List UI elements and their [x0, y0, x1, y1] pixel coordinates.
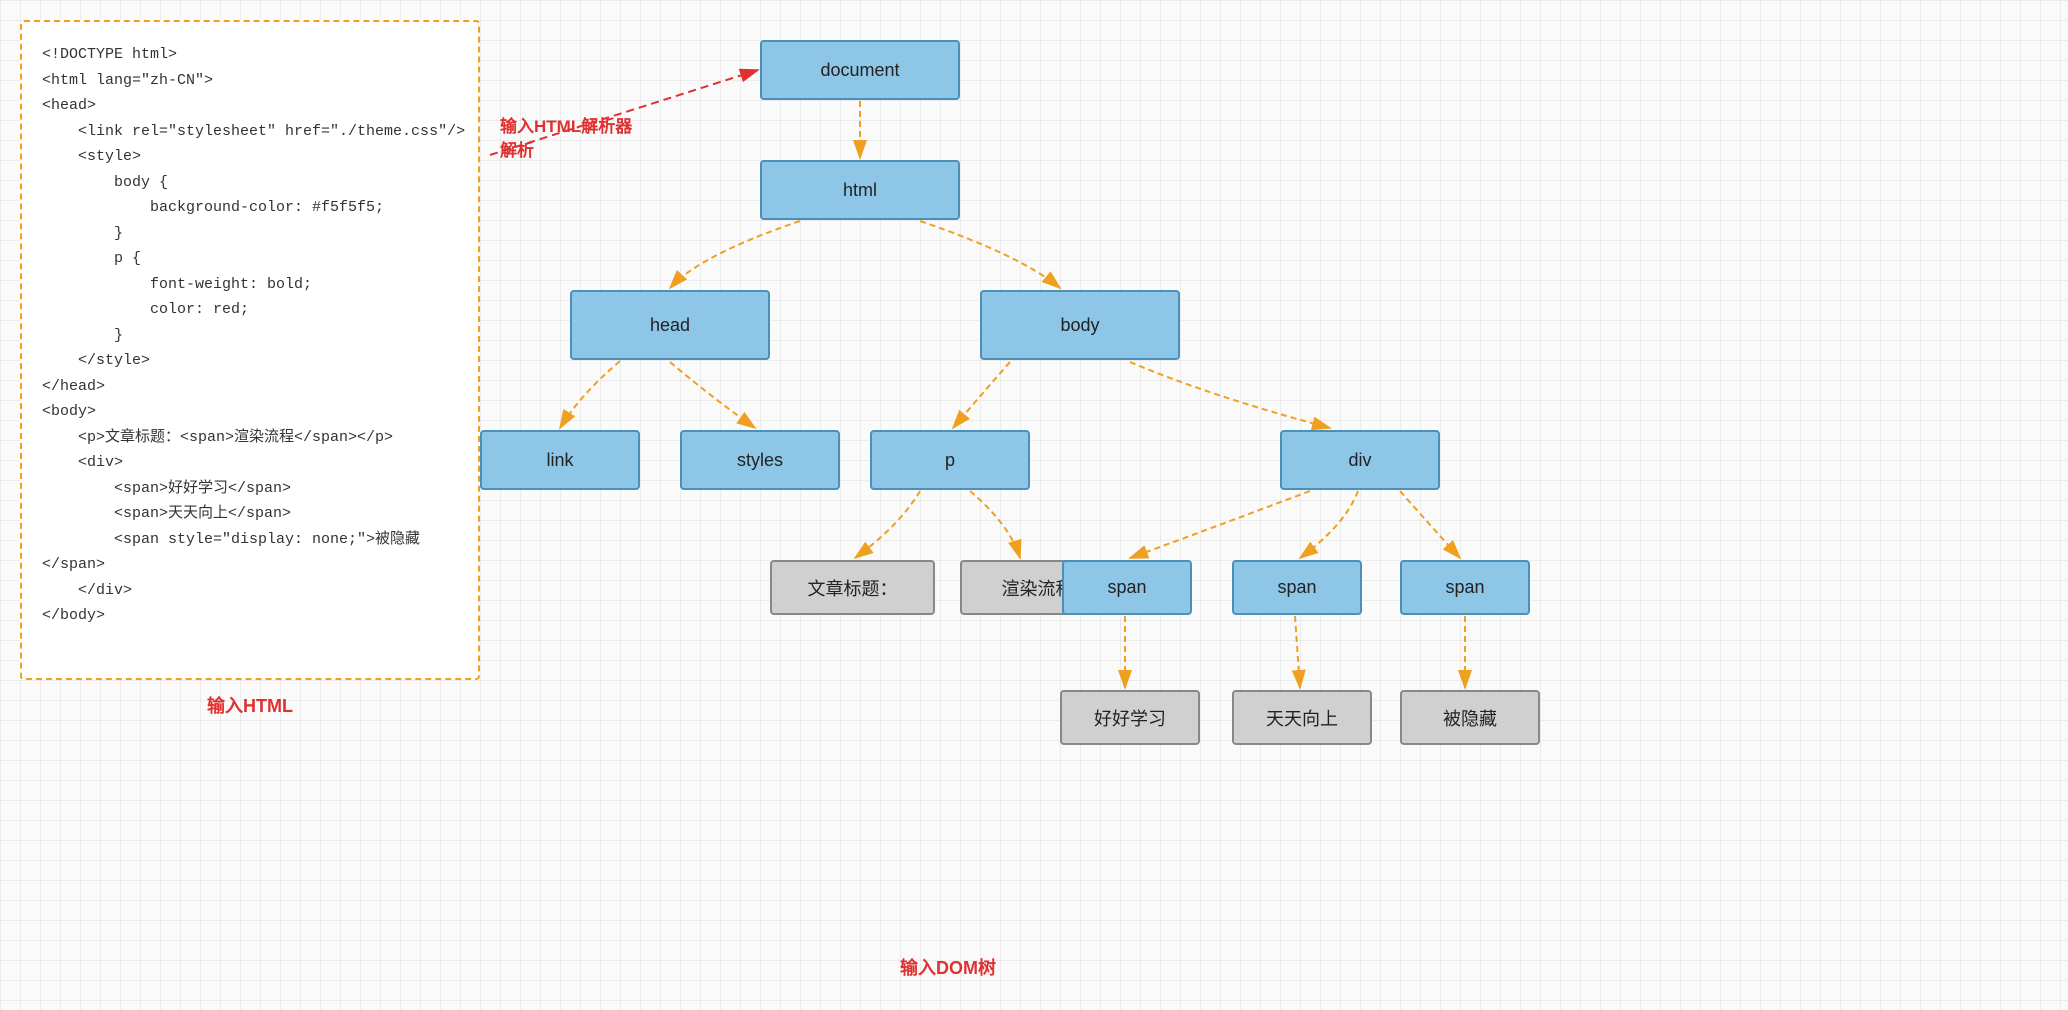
node-span3: span	[1400, 560, 1530, 615]
canvas: <!DOCTYPE html> <html lang="zh-CN"> <hea…	[0, 0, 2068, 1010]
node-span2: span	[1232, 560, 1362, 615]
html-label: 输入HTML	[207, 692, 293, 718]
node-text-title: 文章标题：	[770, 560, 935, 615]
arrow-label: 输入HTML解析器 解析	[500, 115, 632, 163]
node-link: link	[480, 430, 640, 490]
node-html: html	[760, 160, 960, 220]
node-text-haohao: 好好学习	[1060, 690, 1200, 745]
dom-label: 输入DOM树	[900, 954, 996, 980]
html-panel: <!DOCTYPE html> <html lang="zh-CN"> <hea…	[20, 20, 480, 680]
html-code: <!DOCTYPE html> <html lang="zh-CN"> <hea…	[42, 42, 458, 629]
node-span1: span	[1062, 560, 1192, 615]
node-text-hidden: 被隐藏	[1400, 690, 1540, 745]
node-document: document	[760, 40, 960, 100]
node-body: body	[980, 290, 1180, 360]
node-styles: styles	[680, 430, 840, 490]
node-text-tiantian: 天天向上	[1232, 690, 1372, 745]
node-div: div	[1280, 430, 1440, 490]
node-p: p	[870, 430, 1030, 490]
node-head: head	[570, 290, 770, 360]
